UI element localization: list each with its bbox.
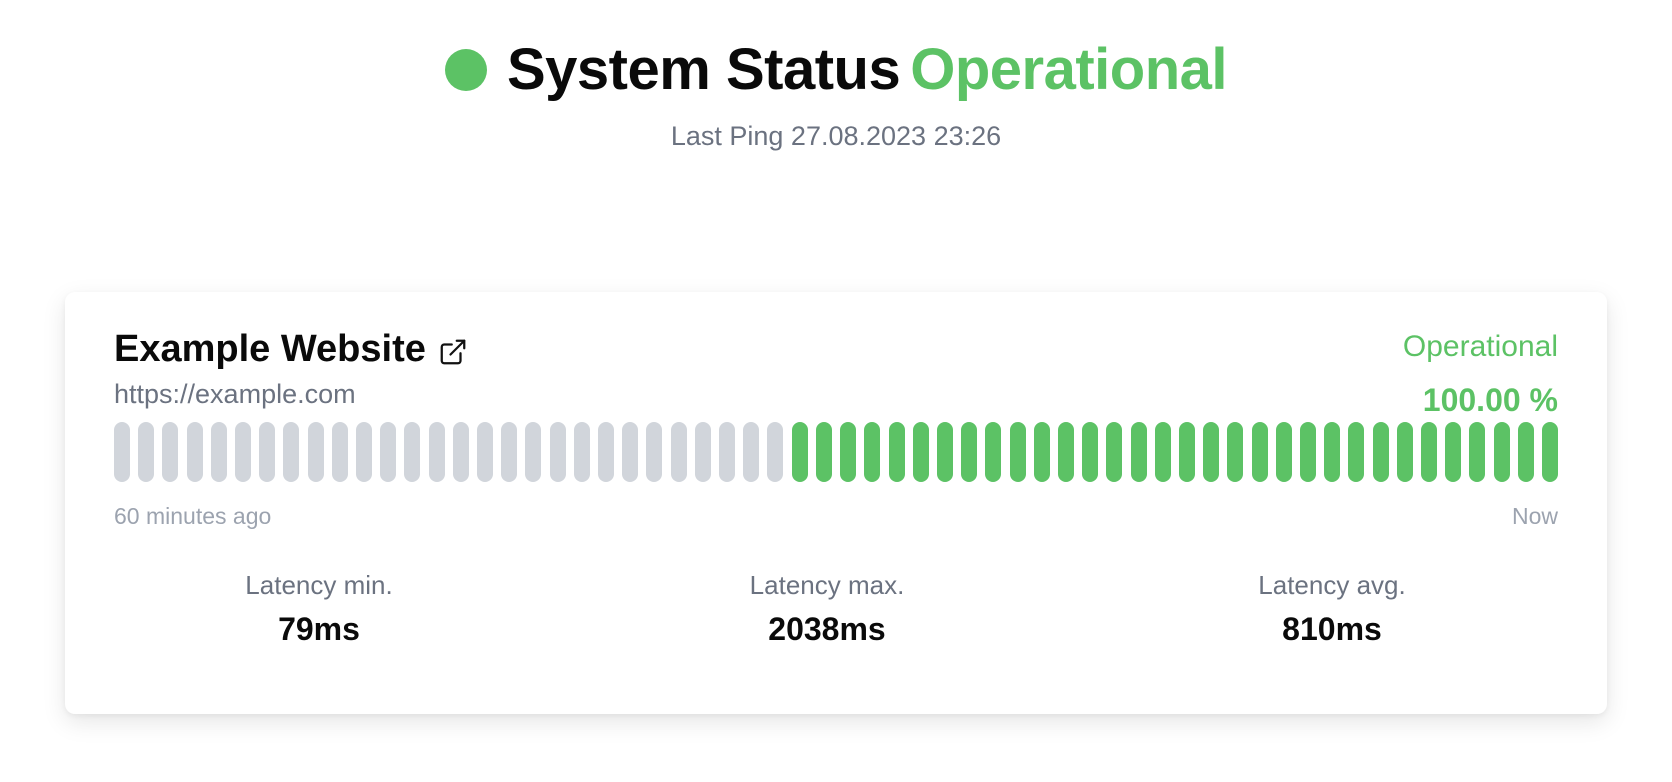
history-bar-no-data[interactable] <box>452 422 469 482</box>
history-bar-operational[interactable] <box>1396 422 1413 482</box>
history-bar-operational[interactable] <box>1299 422 1316 482</box>
title-row: System Status Operational <box>444 36 1228 103</box>
history-bar-no-data[interactable] <box>283 422 300 482</box>
history-bar-no-data[interactable] <box>646 422 663 482</box>
history-bar-operational[interactable] <box>936 422 953 482</box>
uptime-percentage: 100.00 % <box>1422 382 1558 418</box>
history-bar-no-data[interactable] <box>186 422 203 482</box>
history-bar-no-data[interactable] <box>719 422 736 482</box>
history-bar-no-data[interactable] <box>210 422 227 482</box>
history-bar-operational[interactable] <box>1493 422 1510 482</box>
latency-min-label: Latency min. <box>245 570 393 600</box>
status-page: System Status Operational Last Ping 27.08… <box>0 0 1672 782</box>
history-bar-no-data[interactable] <box>598 422 615 482</box>
history-bar-operational[interactable] <box>1348 422 1365 482</box>
history-bar-operational[interactable] <box>1106 422 1123 482</box>
history-bar-no-data[interactable] <box>235 422 252 482</box>
latency-stats: Latency min. 79ms Latency max. 2038ms La… <box>114 570 1558 650</box>
history-bar-operational[interactable] <box>1203 422 1220 482</box>
history-bar-no-data[interactable] <box>404 422 421 482</box>
history-bar-operational[interactable] <box>1372 422 1389 482</box>
history-bar-operational[interactable] <box>1420 422 1437 482</box>
monitor-status: Operational <box>1402 330 1558 363</box>
history-bar-no-data[interactable] <box>622 422 639 482</box>
history-bar-operational[interactable] <box>1275 422 1292 482</box>
latency-avg-stat: Latency avg. 810ms <box>1132 570 1532 648</box>
history-bar-no-data[interactable] <box>307 422 324 482</box>
history-bar-operational[interactable] <box>1082 422 1099 482</box>
monitor-name: Example Website <box>114 328 426 370</box>
history-bar-operational[interactable] <box>1469 422 1486 482</box>
history-bar-no-data[interactable] <box>477 422 494 482</box>
monitor-name-wrap: Example Website <box>114 328 468 371</box>
history-bar-operational[interactable] <box>864 422 881 482</box>
history-bar-operational[interactable] <box>985 422 1002 482</box>
history-bar-no-data[interactable] <box>331 422 348 482</box>
latency-max-stat: Latency max. 2038ms <box>627 570 1027 648</box>
history-bar-operational[interactable] <box>1251 422 1268 482</box>
history-bar-no-data[interactable] <box>138 422 155 482</box>
history-bar-operational[interactable] <box>1033 422 1050 482</box>
external-link-icon[interactable] <box>438 337 468 367</box>
history-bar-no-data[interactable] <box>259 422 276 482</box>
page-title-text: System Status <box>506 37 901 102</box>
history-bar-no-data[interactable] <box>501 422 518 482</box>
history-bar-no-data[interactable] <box>573 422 590 482</box>
history-bar-no-data[interactable] <box>380 422 397 482</box>
history-bar-operational[interactable] <box>1445 422 1462 482</box>
last-ping: Last Ping 27.08.2023 23:26 <box>670 121 1002 151</box>
history-bar-no-data[interactable] <box>670 422 687 482</box>
history-bar-operational[interactable] <box>840 422 857 482</box>
history-bar-no-data[interactable] <box>694 422 711 482</box>
history-bar-operational[interactable] <box>1178 422 1195 482</box>
status-dot-icon <box>444 48 487 91</box>
history-bar-operational[interactable] <box>1009 422 1026 482</box>
latency-min-stat: Latency min. 79ms <box>119 570 519 648</box>
monitor-header: Example Website https://example.com Oper… <box>114 328 1558 419</box>
monitor-url: https://example.com <box>114 379 356 409</box>
history-bar-no-data[interactable] <box>743 422 760 482</box>
history-bar-operational[interactable] <box>912 422 929 482</box>
latency-avg-label: Latency avg. <box>1258 570 1406 600</box>
page-title: System Status Operational <box>506 36 1228 103</box>
history-bar-operational[interactable] <box>888 422 905 482</box>
history-bar-no-data[interactable] <box>525 422 542 482</box>
history-bar-no-data[interactable] <box>767 422 784 482</box>
latency-avg-value: 810ms <box>1282 611 1382 647</box>
history-axis-labels: 60 minutes ago Now <box>114 503 1558 530</box>
history-bar-operational[interactable] <box>1154 422 1171 482</box>
history-bar-no-data[interactable] <box>114 422 130 482</box>
history-bar-operational[interactable] <box>1517 422 1534 482</box>
page-header: System Status Operational Last Ping 27.08… <box>0 36 1672 152</box>
status-history-bars <box>114 422 1558 482</box>
monitor-status-block: Operational 100.00 % <box>1403 328 1558 419</box>
latency-max-value: 2038ms <box>768 611 886 647</box>
history-bar-operational[interactable] <box>961 422 978 482</box>
latency-min-value: 79ms <box>278 611 360 647</box>
history-bar-operational[interactable] <box>1324 422 1341 482</box>
monitor-card: Example Website https://example.com Oper… <box>65 292 1607 714</box>
history-bar-no-data[interactable] <box>162 422 179 482</box>
history-end-label: Now <box>1511 503 1558 529</box>
history-bar-operational[interactable] <box>1057 422 1074 482</box>
monitor-identity: Example Website https://example.com <box>114 328 468 410</box>
latency-max-label: Latency max. <box>749 570 905 600</box>
history-bar-no-data[interactable] <box>428 422 445 482</box>
history-bar-operational[interactable] <box>1130 422 1147 482</box>
monitor-title-row: Example Website https://example.com Oper… <box>114 328 1558 419</box>
history-bar-no-data[interactable] <box>356 422 373 482</box>
overall-status: Operational <box>910 37 1227 102</box>
history-bar-no-data[interactable] <box>549 422 566 482</box>
history-bar-operational[interactable] <box>791 422 808 482</box>
history-start-label: 60 minutes ago <box>114 503 272 529</box>
history-bar-operational[interactable] <box>1227 422 1244 482</box>
history-bar-operational[interactable] <box>815 422 832 482</box>
history-bar-operational[interactable] <box>1542 422 1558 482</box>
